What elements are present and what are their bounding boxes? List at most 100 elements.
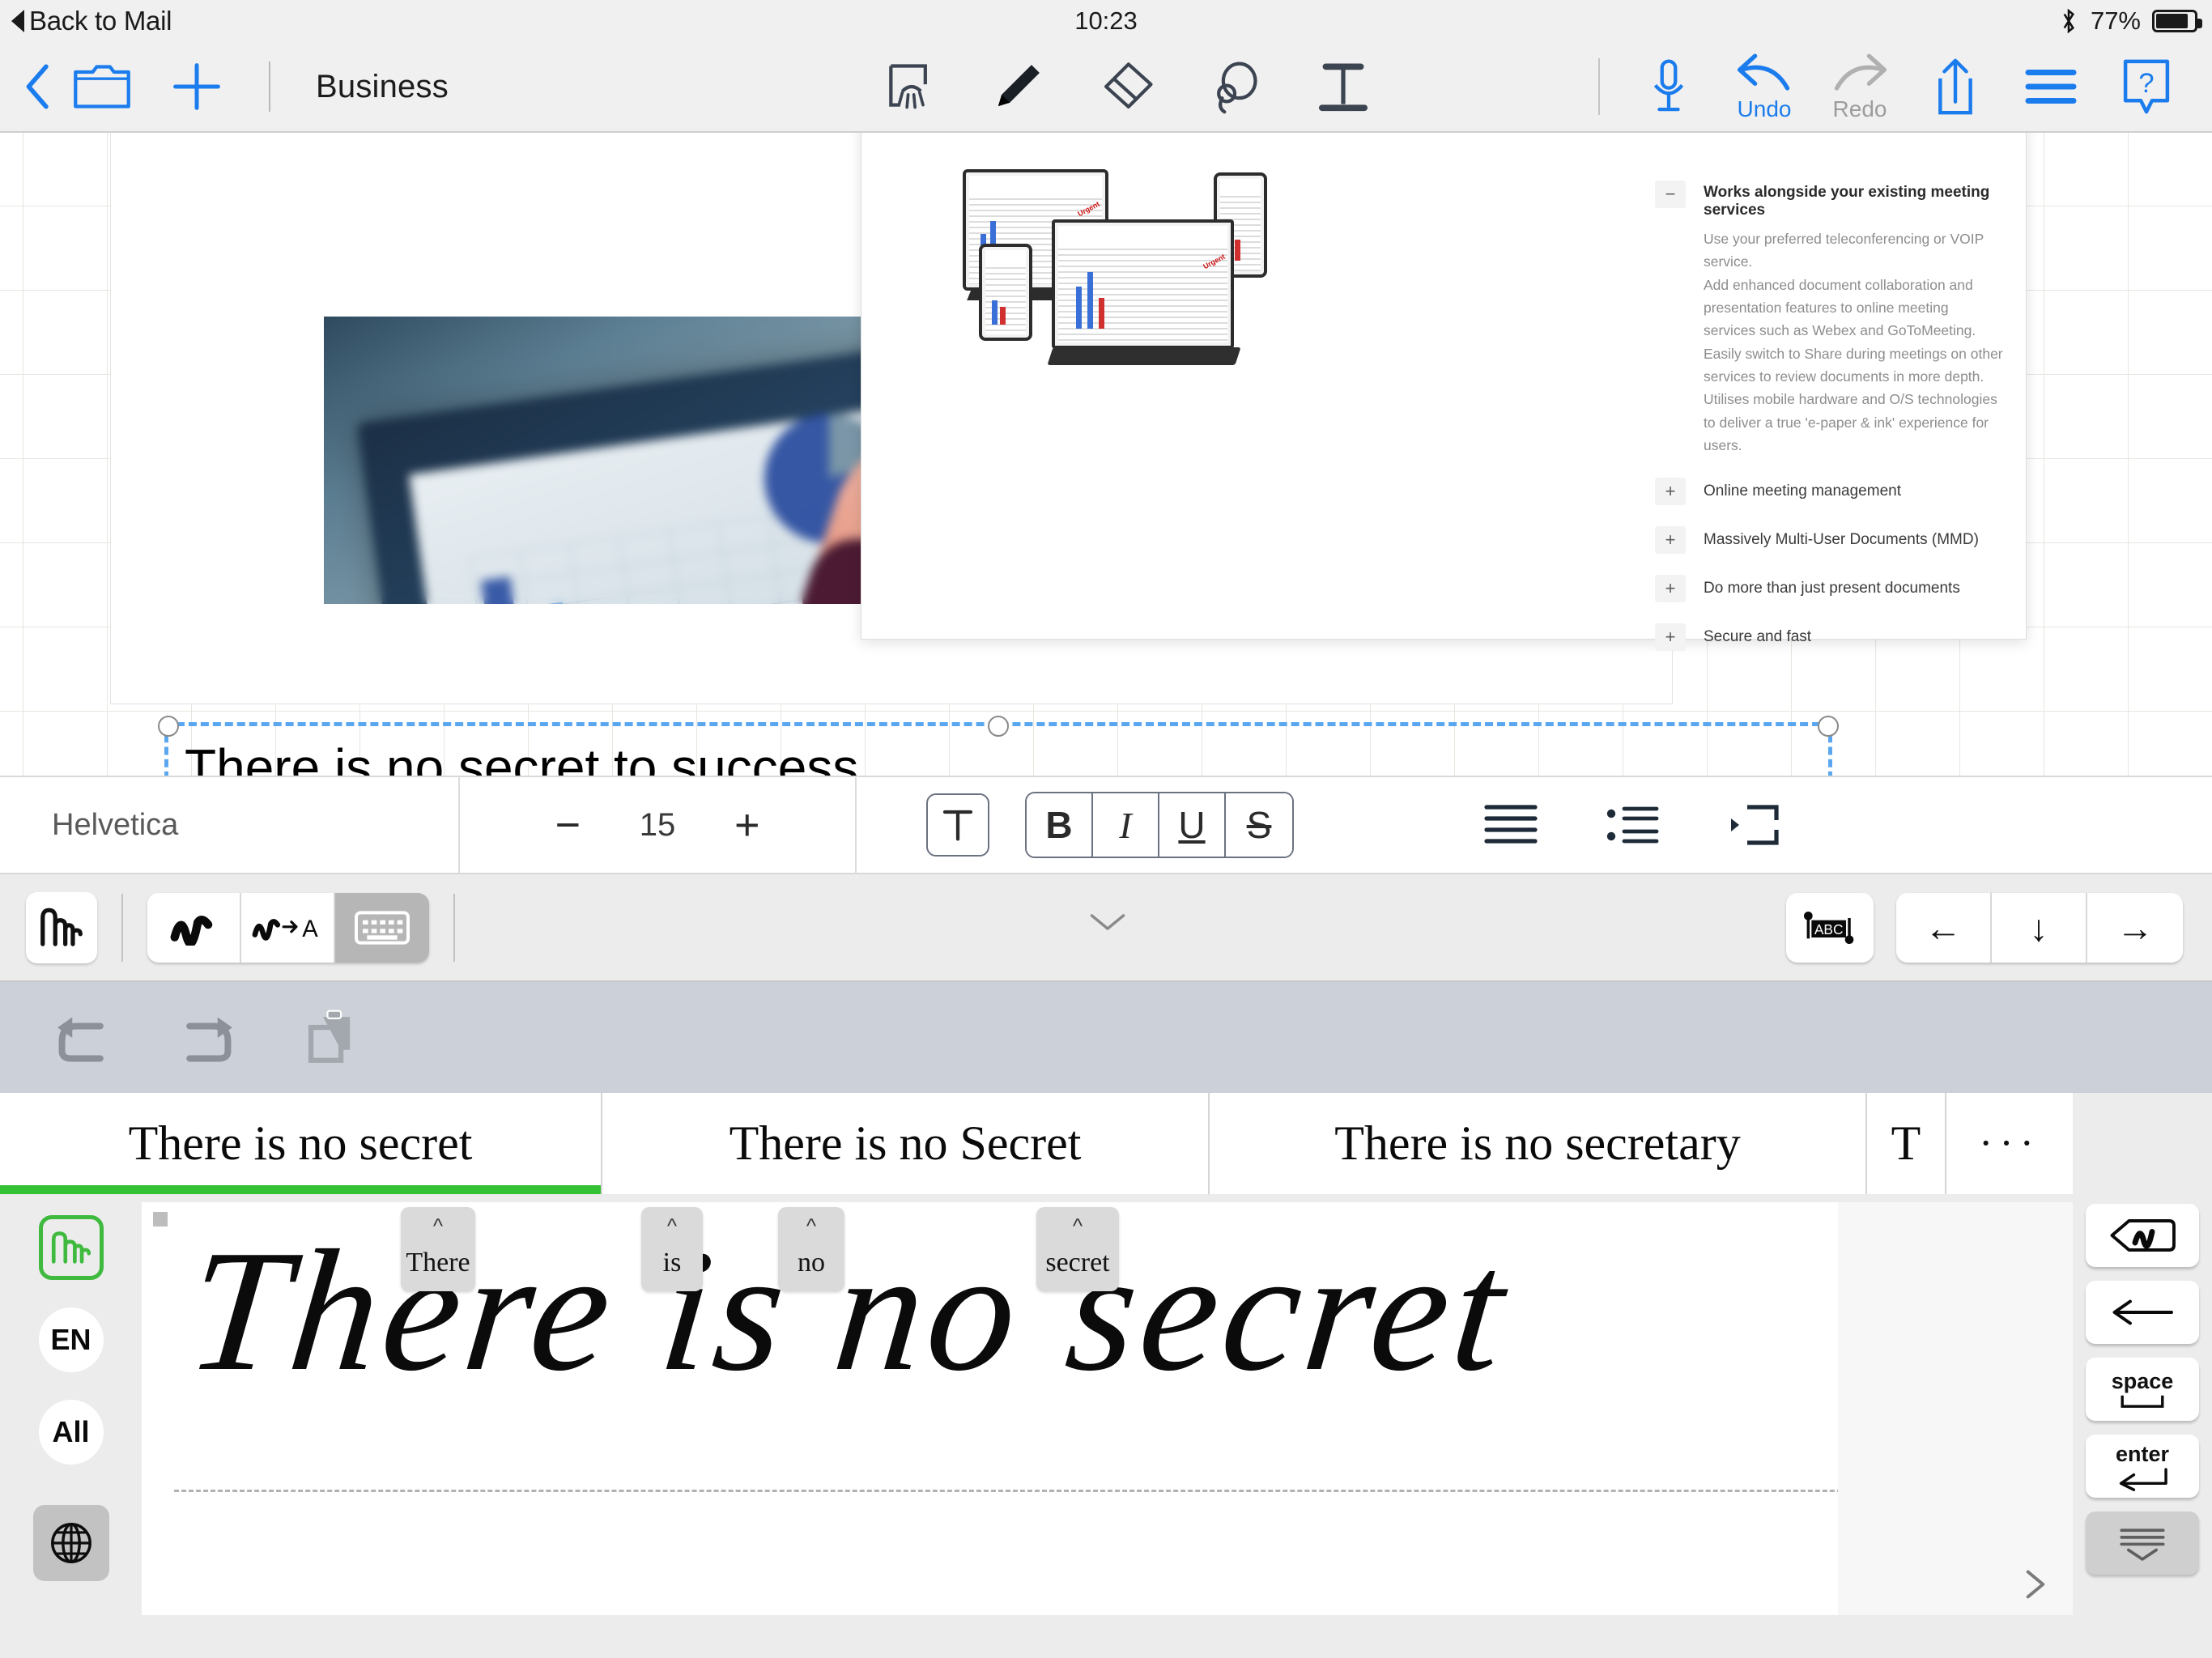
ink-stroke-icon[interactable] [147,893,241,963]
lasso-select-icon[interactable] [1204,56,1266,117]
increase-font-size-button[interactable]: + [734,803,760,847]
microphone-icon [1648,56,1690,117]
arrow-left-icon [2108,1295,2176,1329]
feature-label: Massively Multi-User Documents (MMD) [1704,531,1979,549]
abc-select-icon[interactable]: ABC [1786,893,1874,963]
word-tag[interactable]: ^ There [401,1207,475,1291]
redo-arrow-icon [1829,51,1891,95]
text-box-line-1: There is no secret to success. [185,733,1812,776]
resize-handle[interactable] [1818,716,1839,737]
candidate-item[interactable]: There is no secret [0,1093,602,1194]
selected-text-box[interactable]: There is no secret to success. It is the… [164,722,1832,776]
menu-button[interactable] [2003,65,2099,108]
redo-arrow-icon [175,1011,240,1065]
undo-button-secondary[interactable] [47,1002,118,1073]
copy-paste-button[interactable] [296,1002,368,1073]
language-button[interactable]: EN [39,1307,104,1372]
redo-button-secondary[interactable] [172,1002,243,1073]
battery-icon [2152,10,2197,32]
cursor-down-button[interactable]: ↓ [1992,893,2087,963]
undo-button[interactable]: Undo [1716,51,1812,122]
resize-handle[interactable] [988,716,1009,737]
italic-button[interactable]: I [1093,793,1159,857]
text-tool-icon[interactable] [1312,56,1374,117]
copy-paste-icon [302,1008,362,1068]
help-button[interactable]: ? [2099,56,2194,117]
writing-baseline [174,1490,1951,1492]
eraser-icon[interactable] [1095,56,1157,117]
space-key[interactable]: space [2086,1358,2199,1421]
feature-section-collapsed[interactable]: + Online meeting management [1655,478,2003,505]
redo-button[interactable]: Redo [1812,51,1908,122]
erase-all-icon[interactable] [878,56,940,117]
font-name-selector[interactable]: Helvetica [0,808,458,843]
expand-toggle-icon[interactable]: + [1655,623,1686,651]
left-arrow-key[interactable] [2086,1281,2199,1344]
feature-section-collapsed[interactable]: + Massively Multi-User Documents (MMD) [1655,526,2003,554]
space-underscore-icon [2118,1394,2167,1410]
document-canvas[interactable]: Urgent Urgent [0,133,2212,776]
word-tag[interactable]: ^ secret [1036,1207,1119,1291]
text-style-group: B I U S [1025,792,1294,858]
cursor-right-button[interactable]: → [2087,893,2183,963]
candidate-item[interactable]: There is no Secret [602,1093,1210,1194]
plus-icon[interactable] [170,60,223,113]
text-format-icon[interactable] [926,793,989,857]
folder-icon[interactable] [73,64,131,109]
feature-paragraph: Use your preferred teleconferencing or V… [1704,227,2003,274]
chevron-left-icon[interactable] [24,64,52,109]
myscript-logo-icon[interactable] [26,892,97,963]
backspace-ink-key[interactable] [2086,1204,2199,1267]
word-tag-caret: ^ [401,1215,475,1236]
globe-icon[interactable] [33,1505,109,1581]
feature-section-collapsed[interactable]: + Secure and fast [1655,623,2003,651]
bold-button[interactable]: B [1027,793,1093,857]
chevron-down-icon[interactable] [1089,912,1126,933]
feature-section-collapsed[interactable]: + Do more than just present documents [1655,575,2003,602]
cursor-left-button[interactable]: ← [1896,893,1992,963]
collapse-toggle-icon[interactable]: − [1655,181,1686,208]
ink-mode-group: A [147,893,429,963]
ink-to-text-icon[interactable]: A [241,893,335,963]
handwriting-side-rail: EN All [0,1194,142,1658]
expand-toggle-icon[interactable]: + [1655,526,1686,554]
word-tag-caret: ^ [778,1215,844,1236]
help-icon: ? [2120,56,2173,117]
myscript-logo-icon[interactable] [39,1215,104,1280]
align-left-icon[interactable] [1482,801,1540,849]
microphone-button[interactable] [1621,56,1716,117]
word-tag-caret: ^ [641,1215,703,1236]
toolbar-actions: Undo Redo [1598,51,2194,122]
hide-keyboard-key[interactable] [2086,1511,2199,1575]
underline-button[interactable]: U [1159,793,1226,857]
bulleted-list-icon[interactable] [1603,801,1661,849]
enter-return-icon [2112,1467,2172,1491]
ink-start-marker [153,1212,168,1226]
font-size-value: 15 [636,807,679,844]
keyboard-icon[interactable] [335,893,429,963]
strikethrough-button[interactable]: S [1226,793,1292,857]
undo-label: Undo [1738,96,1792,122]
feature-paragraph: Add enhanced document collaboration and … [1704,274,2003,342]
candidate-item[interactable]: T [1867,1093,1946,1194]
expand-toggle-icon[interactable]: + [1655,478,1686,505]
font-size-stepper: − 15 + [460,803,855,847]
resize-handle[interactable] [158,716,179,737]
candidate-item[interactable]: There is no secretary [1210,1093,1867,1194]
chevron-right-icon[interactable] [2018,1568,2053,1601]
word-tag[interactable]: ^ is [641,1207,703,1291]
share-button[interactable] [1908,55,2003,118]
filter-all-button[interactable]: All [39,1400,104,1465]
handwritten-ink-text: There is no secret [180,1210,1518,1411]
ink-writing-area[interactable]: There is no secret ^ There ^ is ^ no ^ s… [142,1202,2073,1615]
enter-key[interactable]: enter [2086,1435,2199,1498]
feature-paragraph: Easily switch to Share during meetings o… [1704,342,2003,389]
word-tag[interactable]: ^ no [778,1207,844,1291]
feature-section-expanded[interactable]: − Works alongside your existing meeting … [1655,181,2003,219]
decrease-font-size-button[interactable]: − [555,803,581,847]
pencil-icon[interactable] [987,56,1049,117]
battery-percent-label: 77% [2091,6,2141,36]
expand-toggle-icon[interactable]: + [1655,575,1686,602]
line-spacing-icon[interactable] [1725,801,1783,849]
more-candidates-button[interactable]: ··· [1946,1093,2073,1194]
